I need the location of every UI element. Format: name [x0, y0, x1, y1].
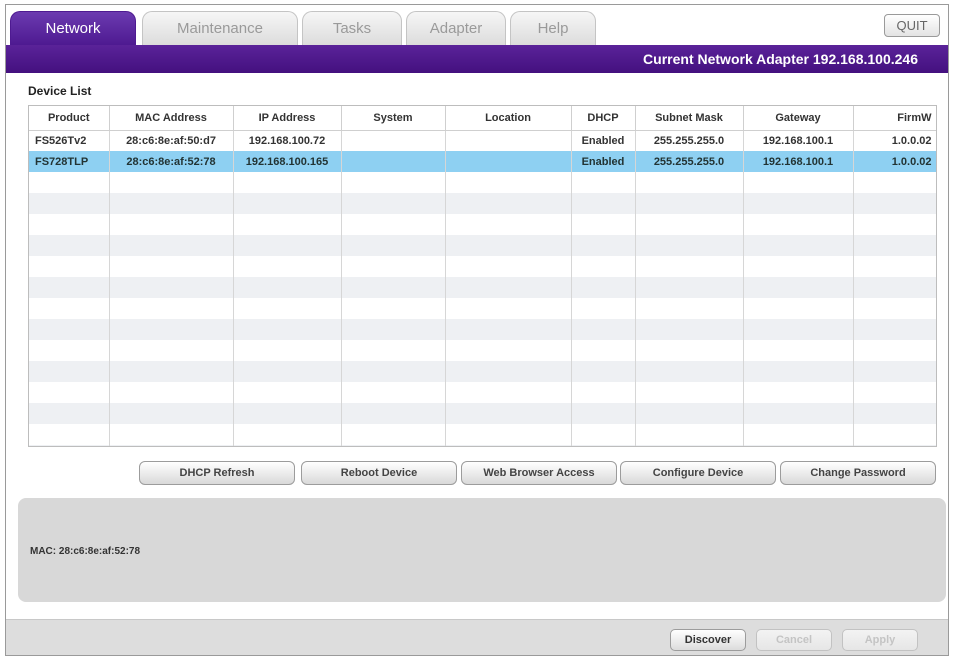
cell-location [445, 130, 572, 151]
cell-mac: 28:c6:8e:af:52:78 [109, 151, 234, 172]
cell-ip: 192.168.100.72 [233, 130, 342, 151]
table-row-empty [29, 298, 936, 319]
table-header-row: Product MAC Address IP Address System Lo… [29, 106, 936, 131]
table-row-empty [29, 235, 936, 256]
table-row-empty [29, 445, 936, 446]
cell-system [341, 151, 446, 172]
column-header-firmware[interactable]: FirmW [853, 106, 936, 131]
cell-dhcp: Enabled [571, 151, 636, 172]
table-row-selected[interactable]: FS728TLP 28:c6:8e:af:52:78 192.168.100.1… [29, 151, 936, 172]
cell-mac: 28:c6:8e:af:50:d7 [109, 130, 234, 151]
tab-network[interactable]: Network [10, 11, 136, 45]
tab-maintenance[interactable]: Maintenance [142, 11, 298, 45]
column-header-ip[interactable]: IP Address [233, 106, 342, 131]
tab-adapter[interactable]: Adapter [406, 11, 506, 45]
table-row-empty [29, 382, 936, 403]
adapter-bar: Current Network Adapter 192.168.100.246 [6, 45, 948, 73]
cell-gateway: 192.168.100.1 [743, 130, 854, 151]
column-header-system[interactable]: System [341, 106, 446, 131]
quit-button[interactable]: QUIT [884, 14, 940, 37]
column-header-mac[interactable]: MAC Address [109, 106, 234, 131]
column-header-dhcp[interactable]: DHCP [571, 106, 636, 131]
discover-button[interactable]: Discover [670, 629, 746, 651]
cell-firmware: 1.0.0.02 [853, 151, 936, 172]
table-row-empty [29, 319, 936, 340]
change-password-button[interactable]: Change Password [780, 461, 936, 485]
table-row-empty [29, 403, 936, 424]
cell-ip: 192.168.100.165 [233, 151, 342, 172]
bottom-bar: Discover Cancel Apply [6, 619, 948, 655]
column-header-subnet[interactable]: Subnet Mask [635, 106, 744, 131]
table-row-empty [29, 172, 936, 193]
apply-button[interactable]: Apply [842, 629, 918, 651]
tab-help[interactable]: Help [510, 11, 596, 45]
tab-tasks[interactable]: Tasks [302, 11, 402, 45]
device-table: Product MAC Address IP Address System Lo… [28, 105, 937, 447]
cell-product: FS526Tv2 [29, 130, 110, 151]
web-browser-access-button[interactable]: Web Browser Access [461, 461, 617, 485]
cell-subnet: 255.255.255.0 [635, 130, 744, 151]
cell-gateway: 192.168.100.1 [743, 151, 854, 172]
dhcp-refresh-button[interactable]: DHCP Refresh [139, 461, 295, 485]
cell-firmware: 1.0.0.02 [853, 130, 936, 151]
device-action-bar: DHCP Refresh Reboot Device Web Browser A… [6, 461, 948, 485]
table-row-empty [29, 361, 936, 382]
reboot-device-button[interactable]: Reboot Device [301, 461, 457, 485]
cell-product: FS728TLP [29, 151, 110, 172]
cell-subnet: 255.255.255.0 [635, 151, 744, 172]
column-header-gateway[interactable]: Gateway [743, 106, 854, 131]
table-row-empty [29, 214, 936, 235]
column-header-location[interactable]: Location [445, 106, 572, 131]
cell-dhcp: Enabled [571, 130, 636, 151]
table-row[interactable]: FS526Tv2 28:c6:8e:af:50:d7 192.168.100.7… [29, 130, 936, 151]
table-row-empty [29, 193, 936, 214]
table-row-empty [29, 424, 936, 445]
cell-system [341, 130, 446, 151]
table-row-empty [29, 256, 936, 277]
cell-location [445, 151, 572, 172]
column-header-product[interactable]: Product [29, 106, 110, 131]
tab-strip: Network Maintenance Tasks Adapter Help Q… [6, 5, 948, 45]
configure-device-button[interactable]: Configure Device [620, 461, 776, 485]
device-list-title: Device List [28, 84, 92, 98]
app-window: Network Maintenance Tasks Adapter Help Q… [5, 4, 949, 656]
device-info-panel: MAC: 28:c6:8e:af:52:78 [18, 498, 946, 602]
current-adapter-label: Current Network Adapter 192.168.100.246 [643, 51, 918, 67]
cancel-button[interactable]: Cancel [756, 629, 832, 651]
table-row-empty [29, 340, 936, 361]
table-row-empty [29, 277, 936, 298]
selected-mac-label: MAC: 28:c6:8e:af:52:78 [30, 546, 141, 557]
